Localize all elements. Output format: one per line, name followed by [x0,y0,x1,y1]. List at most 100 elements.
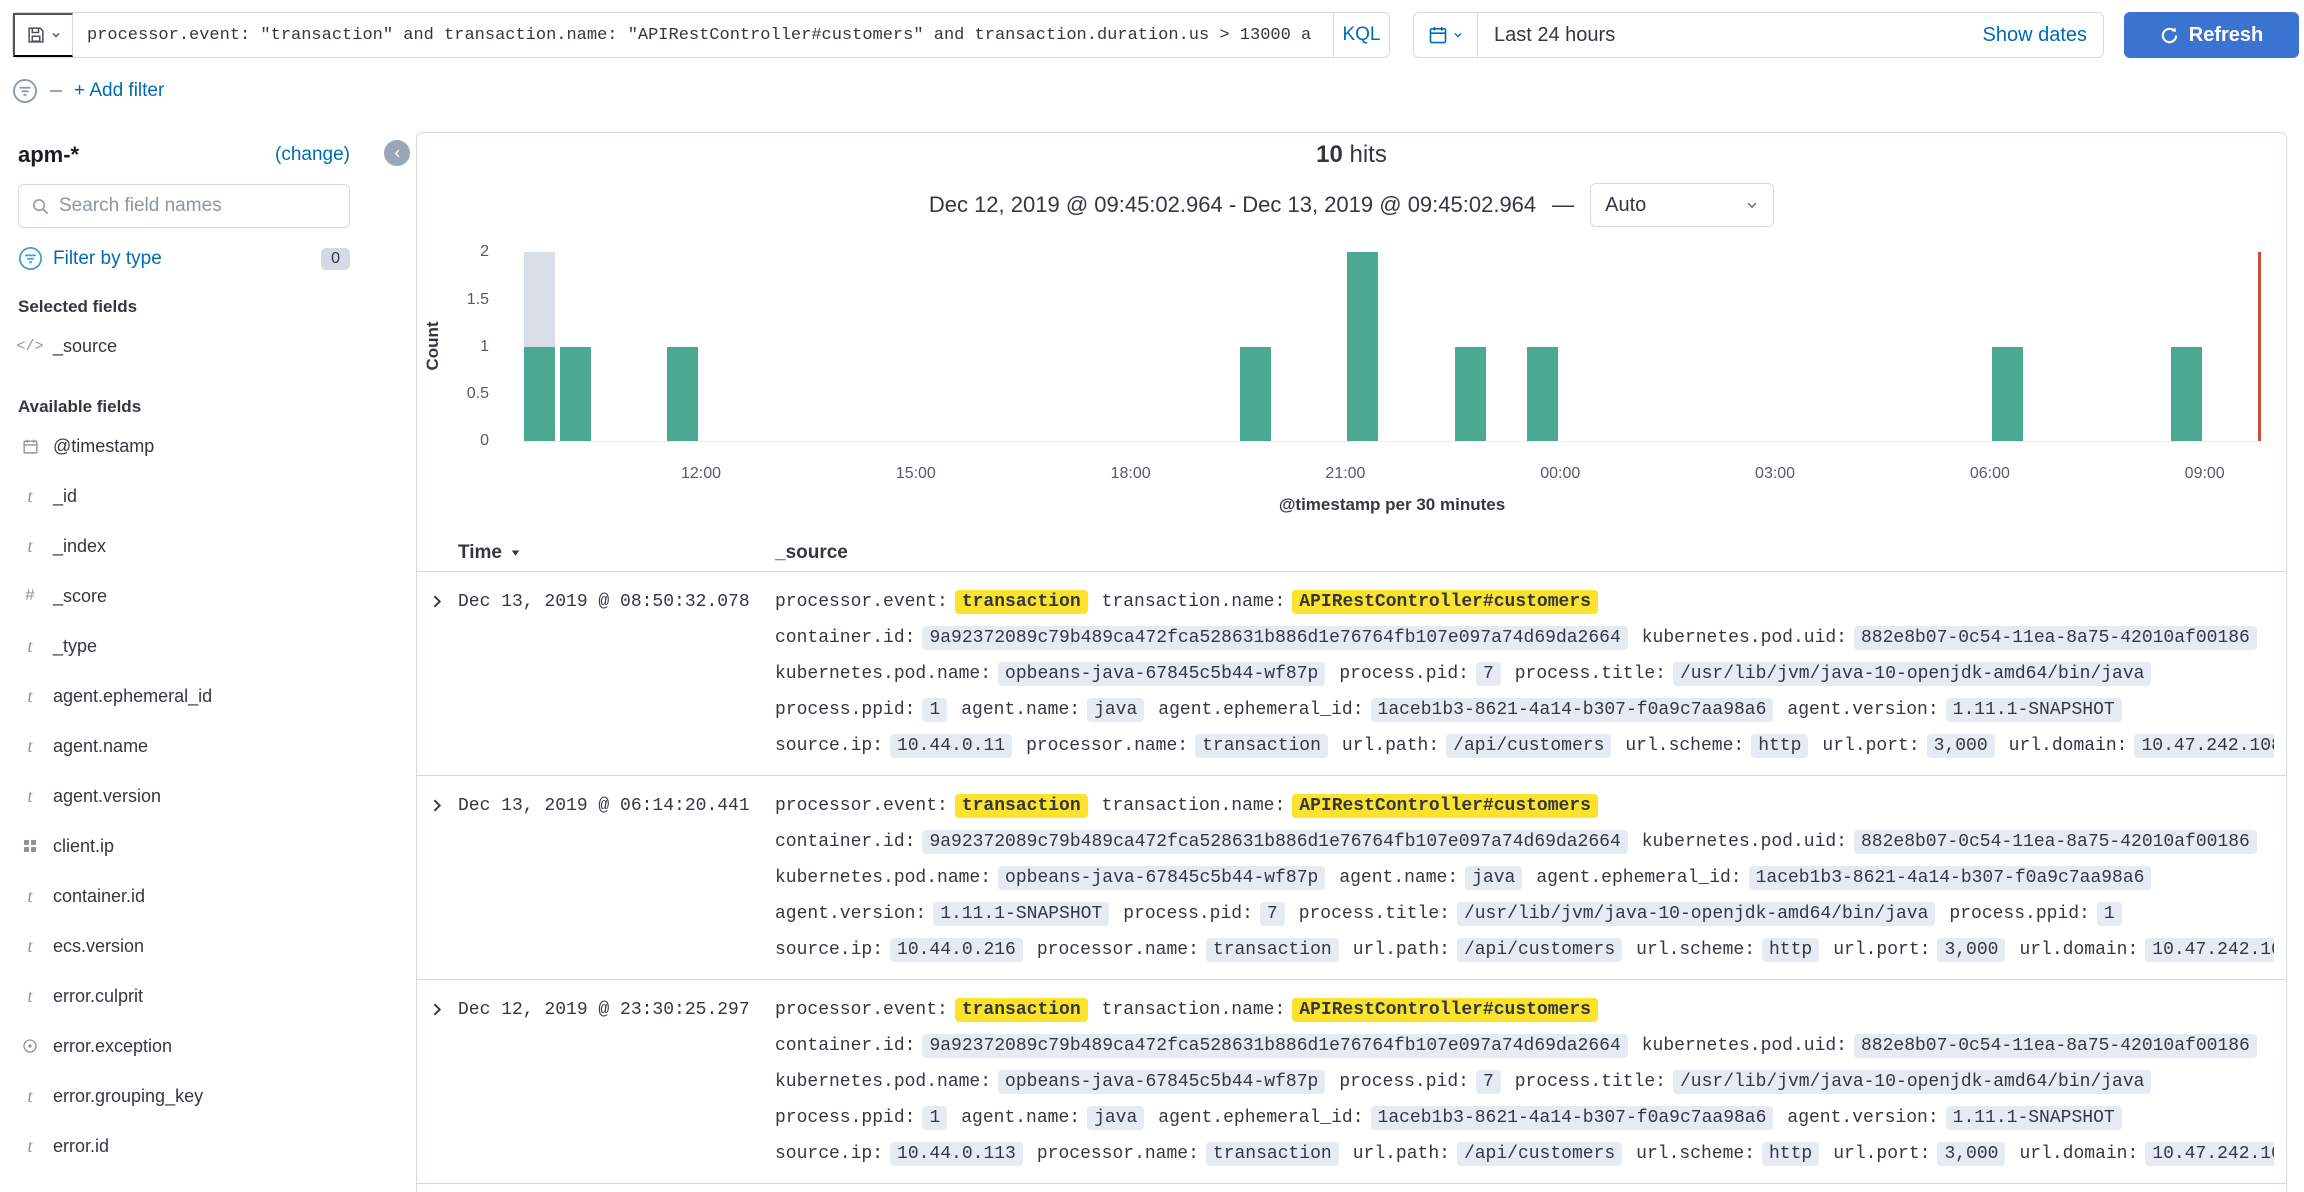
histogram-bar[interactable] [1992,347,2023,441]
field-pair: transaction.name:APIRestController#custo… [1102,1001,1598,1018]
refresh-button[interactable]: Refresh [2124,12,2299,58]
sidebar-field-agent.ephemeral_id[interactable]: t agent.ephemeral_id [18,671,350,721]
sidebar-field-error.culprit[interactable]: t error.culprit [18,971,350,1021]
field-value: 882e8b07-0c54-11ea-8a75-42010af00186 [1854,830,2257,854]
y-axis-tick: 0 [429,432,489,450]
sidebar-field-_index[interactable]: t _index [18,521,350,571]
field-pair: kubernetes.pod.name:opbeans-java-67845c5… [775,1073,1325,1090]
field-pair: agent.ephemeral_id:1aceb1b3-8621-4a14-b3… [1536,869,2151,886]
sidebar-field-ecs.version[interactable]: t ecs.version [18,921,350,971]
sidebar-field-@timestamp[interactable]: @timestamp [18,421,350,471]
field-key: url.scheme: [1636,940,1755,960]
expand-row-button[interactable] [428,593,458,610]
change-index-pattern-link[interactable]: (change) [275,144,350,166]
field-key: source.ip: [775,1144,883,1164]
field-name: @timestamp [53,436,154,457]
sidebar-field-client.ip[interactable]: client.ip [18,821,350,871]
field-key: url.scheme: [1625,736,1744,756]
string-type-icon: t [18,686,42,707]
kql-syntax-button[interactable]: KQL [1333,13,1389,57]
histogram-bar[interactable] [1455,347,1486,441]
field-key: source.ip: [775,736,883,756]
field-search-input[interactable] [59,195,337,217]
field-name: error.id [53,1136,109,1157]
field-value: 1aceb1b3-8621-4a14-b307-f0a9c7aa98a6 [1371,698,1774,722]
histogram-bar[interactable] [1527,347,1558,441]
sidebar-field-agent.name[interactable]: t agent.name [18,721,350,771]
source-column-header: _source [775,542,2274,564]
field-key: processor.name: [1026,736,1188,756]
sidebar-field-container.id[interactable]: t container.id [18,871,350,921]
sidebar-field-error.id[interactable]: t error.id [18,1121,350,1171]
x-axis-tick: 12:00 [681,465,721,483]
field-key: kubernetes.pod.name: [775,664,991,684]
field-name: _index [53,536,106,557]
field-pair: processor.event:transaction [775,1001,1088,1018]
source-line: source.ip:10.44.0.113processor.name:tran… [775,1136,2274,1172]
string-type-icon: t [18,486,42,507]
object-type-icon [18,1038,42,1054]
sidebar-field-agent.version[interactable]: t agent.version [18,771,350,821]
field-name: _id [53,486,77,507]
sidebar-field-error.grouping_key[interactable]: t error.grouping_key [18,1071,350,1121]
field-key: url.port: [1833,1144,1930,1164]
interval-select[interactable]: Auto [1590,183,1774,227]
field-pair: process.pid:7 [1339,1073,1500,1090]
field-value: /usr/lib/jvm/java-10-openjdk-amd64/bin/j… [1673,662,2151,686]
filter-count-badge: 0 [321,248,350,270]
date-type-icon [18,438,42,455]
field-key: kubernetes.pod.name: [775,1072,991,1092]
field-key: agent.ephemeral_id: [1536,868,1741,888]
time-column-header[interactable]: Time [458,542,775,564]
field-name: container.id [53,886,145,907]
field-value: java [1087,698,1144,722]
field-value: transaction [1206,1142,1339,1166]
field-key: url.port: [1822,736,1919,756]
field-pair: agent.name:java [961,701,1144,718]
field-key: processor.name: [1037,940,1199,960]
collapse-sidebar-button[interactable] [384,140,410,166]
field-key: processor.event: [775,592,948,612]
x-axis-tick: 09:00 [2185,465,2225,483]
time-range-value[interactable]: Last 24 hours [1494,24,1615,47]
field-value: 3,000 [1937,1142,2005,1166]
field-key: kubernetes.pod.name: [775,868,991,888]
selected-fields-list: </> _source [18,321,350,371]
field-pair: process.ppid:1 [775,701,947,718]
histogram-bar[interactable] [2171,347,2202,441]
histogram-bar[interactable] [560,347,591,441]
histogram-bar[interactable] [667,347,698,441]
calendar-dropdown-button[interactable] [1414,13,1478,57]
field-value: 10.47.242.108 [2145,938,2274,962]
field-pair: source.ip:10.44.0.11 [775,737,1012,754]
range-separator: — [1552,192,1574,218]
sidebar-field-_source[interactable]: </> _source [18,321,350,371]
field-name: client.ip [53,836,114,857]
sidebar-field-_score[interactable]: # _score [18,571,350,621]
table-header: Time _source [417,534,2286,572]
field-value: 10.44.0.11 [890,734,1012,758]
filter-by-type-toggle[interactable]: Filter by type 0 [18,246,350,271]
field-pair: processor.name:transaction [1026,737,1328,754]
field-pair: processor.event:transaction [775,797,1088,814]
field-key: process.ppid: [775,700,915,720]
field-value: 10.47.242.108 [2145,1142,2274,1166]
histogram-bar[interactable] [1240,347,1271,441]
expand-row-button[interactable] [428,1001,458,1018]
documents-table: Time _source Dec 13, 2019 @ 08:50:32.078… [417,534,2286,1184]
sidebar-field-_type[interactable]: t _type [18,621,350,671]
histogram-bar[interactable] [1347,252,1378,441]
histogram-bar[interactable] [524,347,555,441]
sidebar-field-error.exception[interactable]: error.exception [18,1021,350,1071]
show-dates-link[interactable]: Show dates [1982,24,2087,47]
field-pair: process.pid:7 [1123,905,1284,922]
sidebar-field-_id[interactable]: t _id [18,471,350,521]
expand-row-button[interactable] [428,797,458,814]
field-name: error.culprit [53,986,143,1007]
field-value: 882e8b07-0c54-11ea-8a75-42010af00186 [1854,1034,2257,1058]
field-key: agent.ephemeral_id: [1158,1108,1363,1128]
string-type-icon: t [18,886,42,907]
field-key: processor.name: [1037,1144,1199,1164]
field-value: 1.11.1-SNAPSHOT [1946,1106,2122,1130]
field-value: 9a92372089c79b489ca472fca528631b886d1e76… [922,1034,1627,1058]
